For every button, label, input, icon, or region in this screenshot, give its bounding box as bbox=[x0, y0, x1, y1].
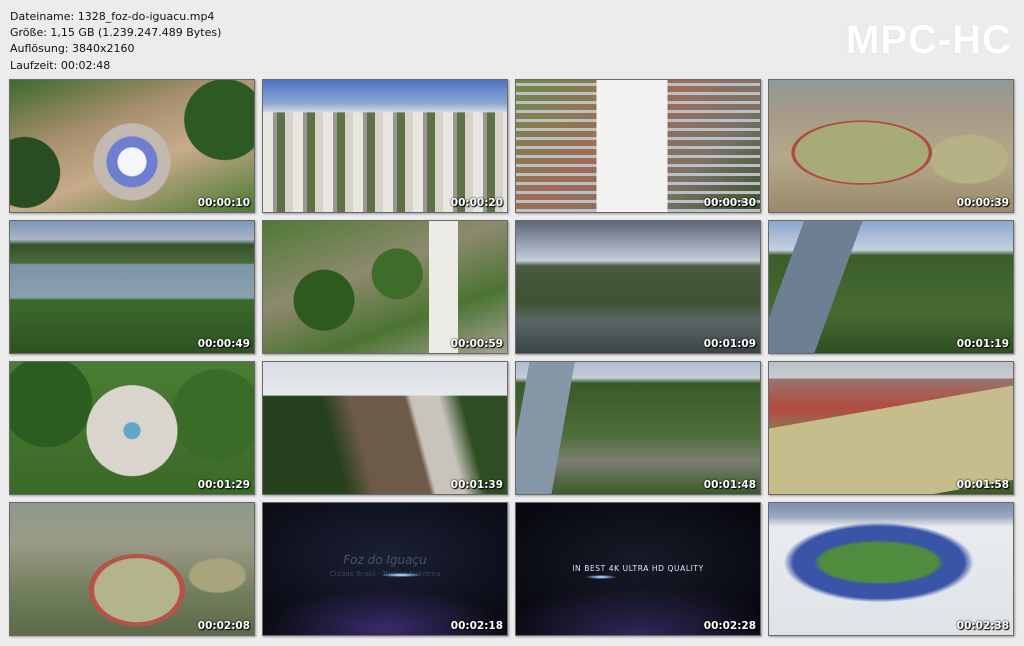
thumbnail-14[interactable]: Foz do Iguaçu Cidade Brasil · Tríplice F… bbox=[262, 502, 508, 636]
thumbnail-timestamp: 00:01:09 bbox=[703, 338, 756, 350]
thumbnail-16[interactable]: 00:02:38 bbox=[768, 502, 1014, 636]
thumbnail-timestamp: 00:01:29 bbox=[197, 479, 250, 491]
thumbnail-timestamp: 00:02:18 bbox=[450, 620, 503, 632]
thumbnail-timestamp: 00:01:39 bbox=[450, 479, 503, 491]
thumbnail-6[interactable]: 00:00:59 bbox=[262, 220, 508, 354]
thumbnail-grid: 00:00:10 00:00:20 00:00:30 00:00:39 00:0… bbox=[9, 79, 1014, 636]
thumbnail-4[interactable]: 00:00:39 bbox=[768, 79, 1014, 213]
thumbnail-timestamp: 00:01:19 bbox=[956, 338, 1009, 350]
thumbnail-timestamp: 00:01:48 bbox=[703, 479, 756, 491]
filename-line: Dateiname: 1328_foz-do-iguacu.mp4 bbox=[10, 10, 215, 23]
thumbnail-2[interactable]: 00:00:20 bbox=[262, 79, 508, 213]
thumbnail-13[interactable]: 00:02:08 bbox=[9, 502, 255, 636]
duration-line: Laufzeit: 00:02:48 bbox=[10, 58, 111, 72]
thumbnail-11[interactable]: 00:01:48 bbox=[515, 361, 761, 495]
thumbnail-timestamp: 00:02:08 bbox=[197, 620, 250, 632]
resolution-line: Auflösung: 3840x2160 bbox=[10, 42, 135, 56]
thumbnail-timestamp: 00:02:38 bbox=[956, 620, 1009, 632]
quality-title: IN BEST 4K ULTRA HD QUALITY bbox=[572, 564, 704, 573]
file-info-panel: Dateiname: 1328_foz-do-iguacu.mp4 Größe:… bbox=[10, 9, 221, 74]
thumbnail-15[interactable]: IN BEST 4K ULTRA HD QUALITY 00:02:28 bbox=[515, 502, 761, 636]
thumbnail-1[interactable]: 00:00:10 bbox=[9, 79, 255, 213]
thumbnail-timestamp: 00:00:49 bbox=[197, 338, 250, 350]
intro-title: Foz do Iguaçu bbox=[343, 553, 427, 567]
filesize-line: Größe: 1,15 GB (1.239.247.489 Bytes) bbox=[10, 26, 222, 40]
thumbnail-timestamp: 00:00:30 bbox=[703, 197, 756, 209]
thumbnail-3[interactable]: 00:00:30 bbox=[515, 79, 761, 213]
thumbnail-timestamp: 00:00:20 bbox=[450, 197, 503, 209]
thumbnail-5[interactable]: 00:00:49 bbox=[9, 220, 255, 354]
mpc-hc-logo: MPC-HC bbox=[846, 18, 1012, 62]
thumbnail-timestamp: 00:02:28 bbox=[703, 620, 756, 632]
thumbnail-8[interactable]: 00:01:19 bbox=[768, 220, 1014, 354]
thumbnail-timestamp: 00:00:10 bbox=[197, 197, 250, 209]
thumbnail-7[interactable]: 00:01:09 bbox=[515, 220, 761, 354]
lens-flare bbox=[586, 575, 616, 579]
thumbnail-12[interactable]: 00:01:58 bbox=[768, 361, 1014, 495]
thumbnail-timestamp: 00:00:59 bbox=[450, 338, 503, 350]
thumbnail-9[interactable]: 00:01:29 bbox=[9, 361, 255, 495]
thumbnail-timestamp: 00:00:39 bbox=[956, 197, 1009, 209]
lens-flare bbox=[381, 573, 421, 577]
thumbnail-timestamp: 00:01:58 bbox=[956, 479, 1009, 491]
thumbnail-10[interactable]: 00:01:39 bbox=[262, 361, 508, 495]
